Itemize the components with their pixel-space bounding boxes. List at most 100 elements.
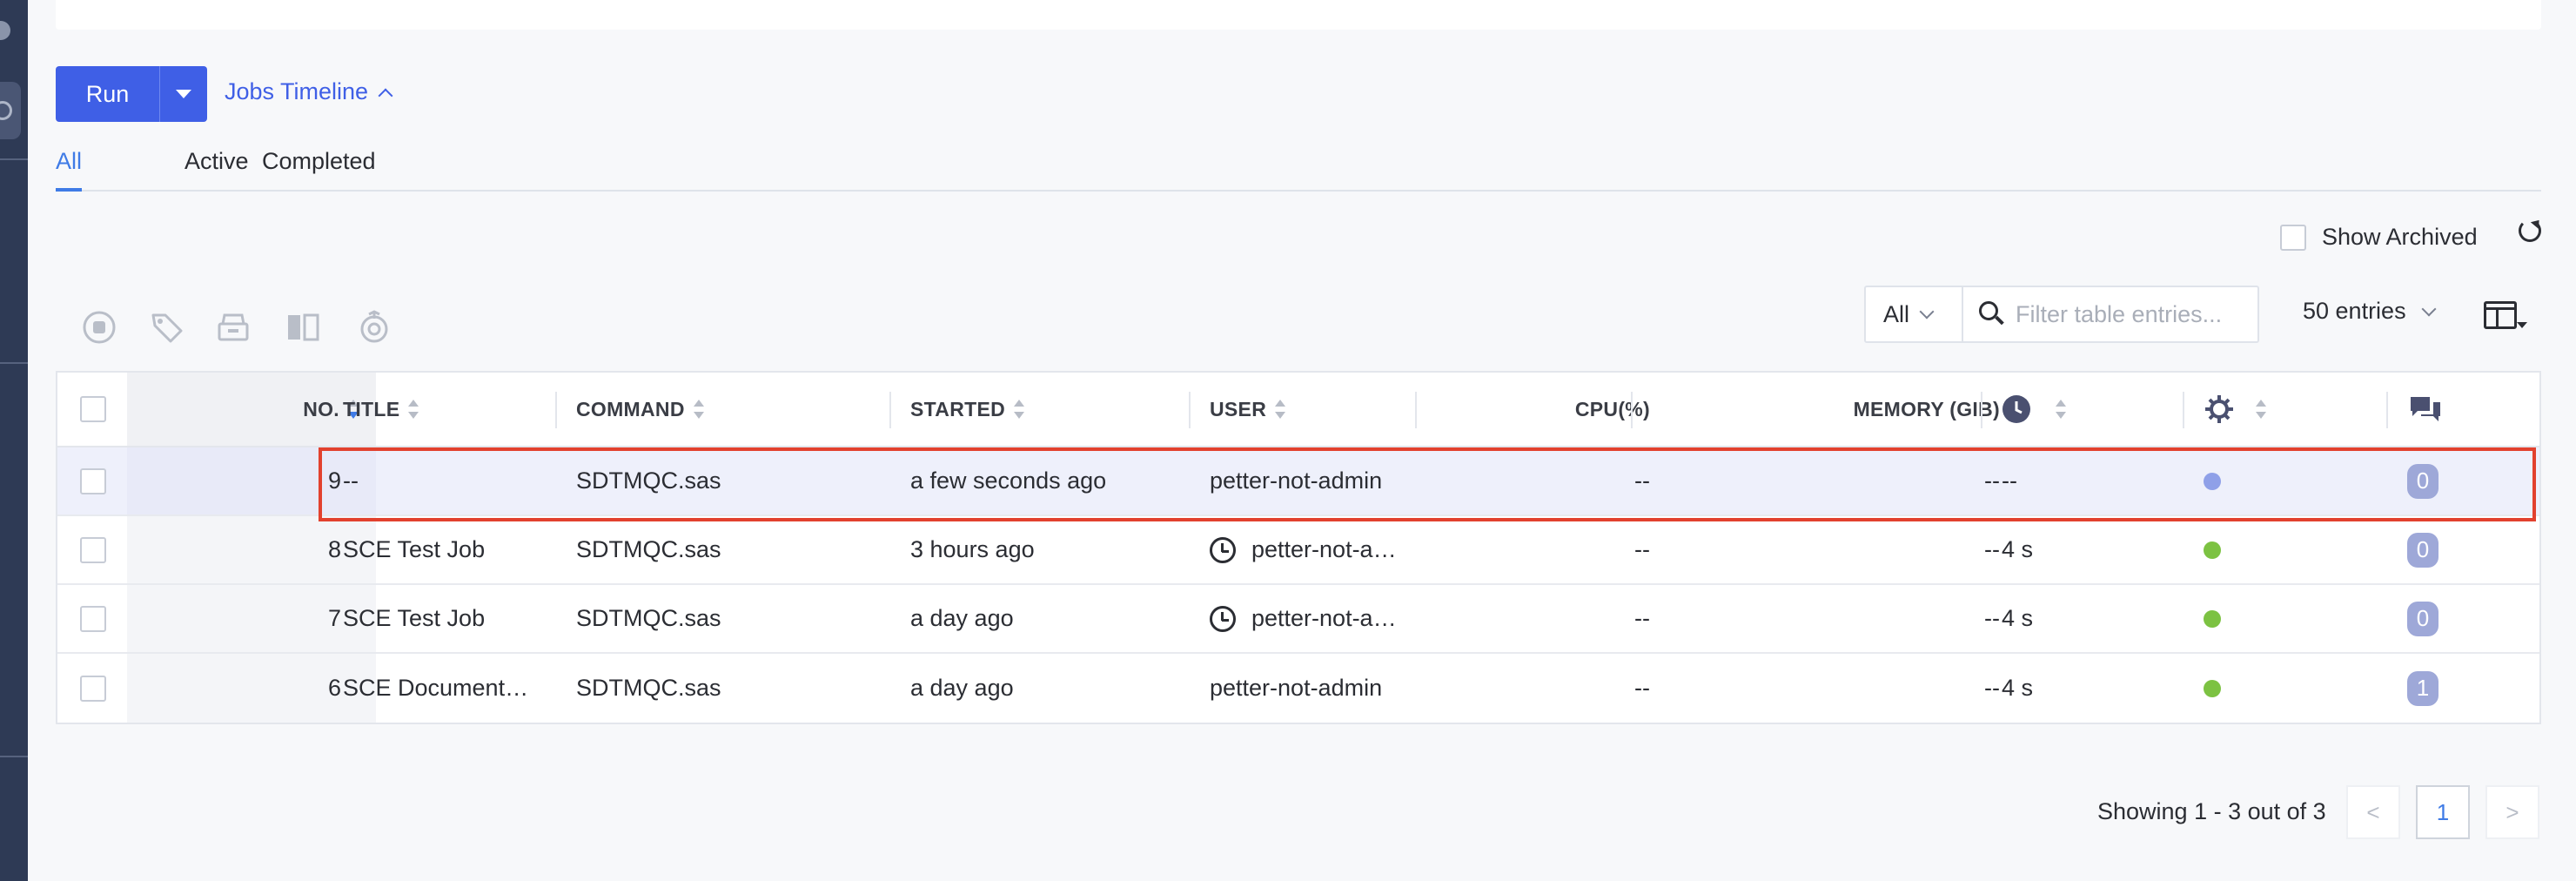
show-archived-toggle[interactable]: Show Archived [2280,224,2478,251]
job-cpu: -- [1634,605,1650,631]
sidebar-divider [0,158,28,160]
table-row[interactable]: 6 SCE Document… SDTMQC.sas a day ago pet… [57,654,2539,723]
job-comments[interactable]: 0 [2407,447,2494,514]
job-command[interactable]: SDTMQC.sas [576,447,872,514]
tab-active[interactable]: Active [184,148,249,192]
job-comments[interactable]: 0 [2407,516,2494,583]
row-checkbox[interactable] [80,675,106,702]
column-header-label: NO. [303,397,339,420]
caret-down-icon[interactable] [2517,322,2527,328]
column-header-command[interactable]: COMMAND [576,373,872,446]
filter-field [1963,286,2259,343]
compare-icon[interactable] [285,310,320,345]
run-button[interactable]: Run [56,66,160,122]
job-duration: 4 s [2002,536,2034,562]
job-cpu: -- [1634,675,1650,701]
job-title[interactable]: -- [343,447,552,514]
sidebar-active-item[interactable] [0,82,21,139]
job-title[interactable]: SCE Test Job [343,585,552,652]
table-row[interactable]: 9 -- SDTMQC.sas a few seconds ago petter… [57,447,2539,516]
status-gear-icon [2205,395,2233,423]
job-title[interactable]: SCE Document… [343,654,552,723]
job-user: petter-not-a… [1210,516,1415,583]
sidebar-active-icon [0,101,12,120]
pagination-summary: Showing 1 - 3 out of 3 [2097,798,2326,824]
columns-icon[interactable] [2484,301,2517,329]
select-all-checkbox[interactable] [80,396,106,422]
column-header-memory[interactable]: MEMORY (GIB) [1667,373,2017,446]
entries-per-page-select[interactable]: 50 entries [2303,298,2437,325]
sort-icon [2056,400,2066,419]
column-header-status[interactable] [2204,373,2378,446]
tab-all[interactable]: All [56,148,83,192]
chevron-down-icon [1919,304,1935,319]
table-row[interactable]: 7 SCE Test Job SDTMQC.sas a day ago pett… [57,585,2539,654]
job-title[interactable]: SCE Test Job [343,516,552,583]
sort-icon [2256,400,2266,419]
sort-icon [693,400,704,419]
comment-count-badge: 0 [2407,601,2438,636]
job-command[interactable]: SDTMQC.sas [576,516,872,583]
row-checkbox[interactable] [80,536,106,563]
select-all-cell [80,373,129,446]
row-select-cell [80,585,129,652]
caret-down-icon [176,90,191,98]
job-user: petter-not-a… [1210,585,1415,652]
job-user: petter-not-admin [1210,467,1383,494]
sidebar-nav-icon[interactable] [0,21,10,40]
column-header-started[interactable]: STARTED [910,373,1189,446]
column-header-duration[interactable] [2002,373,2176,446]
row-checkbox[interactable] [80,605,106,632]
jobs-timeline-toggle[interactable]: Jobs Timeline [225,78,393,105]
job-started: a day ago [910,605,1014,631]
column-header-user[interactable]: USER [1210,373,1410,446]
sort-icon [1275,400,1286,419]
sidebar-divider [0,362,28,364]
archive-icon[interactable] [216,310,251,345]
chevron-down-icon [2421,301,2437,316]
table-row[interactable]: 8 SCE Test Job SDTMQC.sas 3 hours ago pe… [57,516,2539,585]
job-number: 9 [127,447,376,514]
column-header-label: MEMORY (GIB) [1853,397,2000,420]
stop-icon[interactable] [82,310,117,345]
scheduled-clock-icon [1210,605,1236,632]
job-command[interactable]: SDTMQC.sas [576,585,872,652]
left-sidebar [0,0,28,881]
job-duration: 4 s [2002,605,2034,631]
page-1-button[interactable]: 1 [2416,785,2470,839]
previous-page-button[interactable]: < [2346,785,2400,839]
filter-scope-select[interactable]: All [1864,286,1963,343]
filter-input[interactable] [2016,300,2251,328]
comment-count-badge: 1 [2407,670,2438,706]
column-header-comments[interactable] [2407,373,2494,446]
job-comments[interactable]: 0 [2407,585,2494,652]
job-memory: -- [1984,536,2000,562]
refresh-icon[interactable] [2519,219,2541,242]
run-split-button: Run [56,66,207,122]
jobs-timeline-label: Jobs Timeline [225,78,369,104]
column-header-no[interactable]: NO. [127,373,376,446]
job-comments[interactable]: 1 [2407,654,2494,723]
job-started: 3 hours ago [910,536,1035,562]
comment-count-badge: 0 [2407,463,2438,499]
sidebar-divider [0,756,28,757]
reproduce-icon[interactable] [357,310,392,345]
job-command[interactable]: SDTMQC.sas [576,654,872,723]
search-icon [1979,301,2005,327]
run-dropdown-button[interactable] [160,66,207,122]
job-number: 6 [127,654,376,723]
clock-icon [2002,395,2030,423]
row-checkbox[interactable] [80,467,106,494]
job-duration: -- [2002,467,2017,494]
column-header-title[interactable]: TITLE [343,373,560,446]
show-archived-checkbox[interactable] [2280,224,2306,251]
job-started: a few seconds ago [910,467,1107,494]
tag-icon[interactable] [150,310,184,345]
tab-completed[interactable]: Completed [262,148,376,192]
next-page-button[interactable]: > [2485,785,2539,839]
job-memory: -- [1984,467,2000,494]
column-header-label: COMMAND [576,397,685,420]
column-header-label: STARTED [910,397,1006,420]
job-duration: 4 s [2002,675,2034,701]
top-panel [56,0,2541,30]
